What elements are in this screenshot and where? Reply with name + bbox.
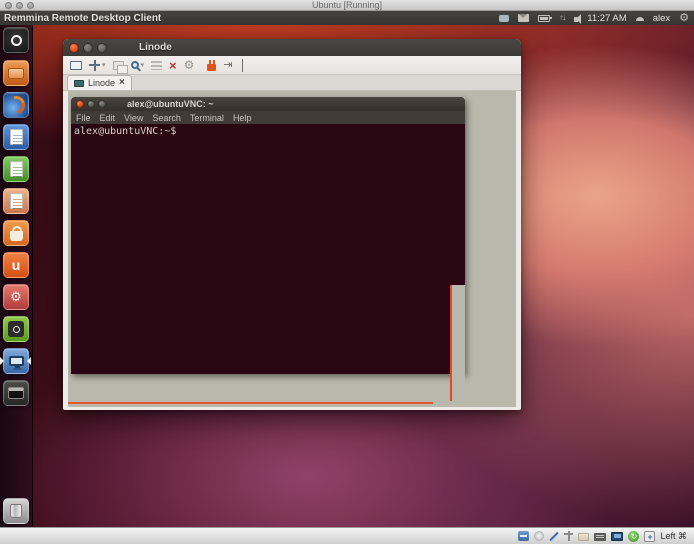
shared-folders-icon[interactable] (578, 533, 589, 541)
libreoffice-writer-icon[interactable] (3, 124, 29, 150)
remmina-titlebar[interactable]: Linode (63, 39, 521, 56)
optical-disc-icon[interactable] (534, 531, 544, 541)
volume-icon[interactable] (574, 17, 578, 22)
display-icon[interactable] (611, 532, 623, 541)
tab-label: Linode (88, 78, 115, 88)
grab-keyboard-icon (151, 61, 162, 70)
tools-button[interactable]: × (169, 59, 177, 72)
window-minimize-button[interactable] (83, 43, 93, 53)
remmina-icon[interactable] (3, 348, 29, 374)
ubuntu-one-icon[interactable]: u (3, 252, 29, 278)
menu-help[interactable]: Help (233, 113, 252, 123)
vnc-viewport[interactable]: alex@ubuntuVNC: ~ File Edit View Search … (68, 91, 516, 407)
render-artifact-line (450, 285, 452, 401)
window-title: Linode (139, 42, 172, 53)
grab-keyboard-button[interactable] (151, 61, 162, 70)
firefox-icon[interactable] (3, 92, 29, 118)
shell-prompt: alex@ubuntuVNC:~$ (71, 124, 465, 137)
pan-icon (89, 60, 100, 71)
tab-linode[interactable]: Linode × (67, 75, 132, 90)
terminal-maximize-button[interactable] (98, 100, 106, 108)
clock[interactable]: 11:27 AM (587, 13, 626, 24)
window-maximize-button[interactable] (97, 43, 107, 53)
running-indicator-arrow (0, 357, 4, 365)
window-close-button[interactable] (69, 43, 79, 53)
host-window-title: Ubuntu [Running] (0, 0, 694, 11)
features-icon[interactable]: ↻ (628, 531, 639, 542)
battery-icon[interactable] (538, 15, 550, 22)
terminal-minimize-button[interactable] (87, 100, 95, 108)
green-ubuntu-app-icon[interactable] (3, 316, 29, 342)
menu-view[interactable]: View (124, 113, 143, 123)
user-name[interactable]: alex (653, 13, 670, 24)
remmina-window: Linode ▾ ▾ × ⚙ ⇥ Linode × (63, 39, 521, 410)
dash-home-icon[interactable] (3, 27, 29, 53)
mouse-capture-icon[interactable]: + (644, 531, 655, 542)
terminal-titlebar[interactable]: alex@ubuntuVNC: ~ (71, 97, 465, 111)
libreoffice-calc-icon[interactable] (3, 156, 29, 182)
disconnect-icon (207, 64, 216, 71)
host-titlebar: Ubuntu [Running] (0, 0, 694, 11)
render-artifact (452, 285, 465, 401)
host-key-label: Left ⌘ (660, 531, 687, 542)
vbox-statusbar: ↻ + Left ⌘ (0, 527, 694, 544)
terminal-body[interactable]: alex@ubuntuVNC:~$ (71, 124, 465, 374)
menu-edit[interactable]: Edit (100, 113, 116, 123)
terminal-title: alex@ubuntuVNC: ~ (127, 99, 214, 109)
software-center-icon[interactable] (3, 220, 29, 246)
libreoffice-impress-icon[interactable] (3, 188, 29, 214)
app-menu-title[interactable]: Remmina Remote Desktop Client (0, 13, 161, 24)
desktop-wallpaper: u ⚙ Linode ▾ ▾ × ⚙ (0, 25, 694, 527)
menu-search[interactable]: Search (152, 113, 181, 123)
toolbar-separator (242, 59, 243, 72)
network-cable-icon[interactable] (549, 531, 559, 541)
focused-indicator-arrow (27, 357, 31, 365)
tab-close-icon[interactable]: × (119, 78, 125, 88)
scale-icon (113, 61, 124, 70)
magnifier-icon (131, 61, 139, 69)
network-updown-icon[interactable]: ↑↓ (559, 13, 565, 23)
chevron-down-icon[interactable]: ▾ (141, 61, 145, 69)
unity-launcher: u ⚙ (0, 25, 33, 527)
menu-file[interactable]: File (76, 113, 91, 123)
preferences-button[interactable]: ⚙ (184, 59, 195, 72)
messaging-icon[interactable] (499, 15, 509, 22)
trash-icon[interactable] (3, 498, 29, 524)
fullscreen-button[interactable] (70, 61, 82, 70)
indicator-area: ↑↓ 11:27 AM alex ⚙ (499, 12, 694, 24)
display-icon (74, 80, 84, 87)
mail-icon[interactable] (518, 14, 529, 22)
pan-button[interactable]: ▾ (89, 60, 106, 71)
session-gear-icon[interactable]: ⚙ (679, 12, 689, 24)
scale-button[interactable] (113, 61, 124, 70)
terminal-icon[interactable] (3, 380, 29, 406)
remote-terminal-window: alex@ubuntuVNC: ~ File Edit View Search … (71, 97, 465, 374)
fullscreen-icon (70, 61, 82, 70)
render-artifact-bottom-line (68, 402, 433, 404)
virtualbox-guest-screen: Ubuntu [Running] Remmina Remote Desktop … (0, 0, 694, 544)
ubuntu-top-panel: Remmina Remote Desktop Client ↑↓ 11:27 A… (0, 11, 694, 25)
disconnect-button[interactable] (201, 60, 216, 71)
terminal-close-button[interactable] (76, 100, 84, 108)
usb-icon[interactable] (564, 531, 573, 541)
menu-terminal[interactable]: Terminal (190, 113, 224, 123)
keyboard-icon[interactable] (594, 533, 606, 541)
remmina-tabbar: Linode × (63, 75, 521, 91)
unplug-button[interactable]: ⇥ (223, 59, 232, 71)
hdd-icon[interactable] (518, 531, 529, 541)
remmina-toolbar: ▾ ▾ × ⚙ ⇥ (63, 56, 521, 75)
system-settings-icon[interactable]: ⚙ (3, 284, 29, 310)
magnifier-button[interactable]: ▾ (131, 61, 145, 69)
terminal-menubar: File Edit View Search Terminal Help (71, 111, 465, 124)
user-icon[interactable] (636, 16, 644, 21)
home-folder-icon[interactable] (3, 60, 29, 86)
chevron-down-icon[interactable]: ▾ (102, 61, 106, 69)
